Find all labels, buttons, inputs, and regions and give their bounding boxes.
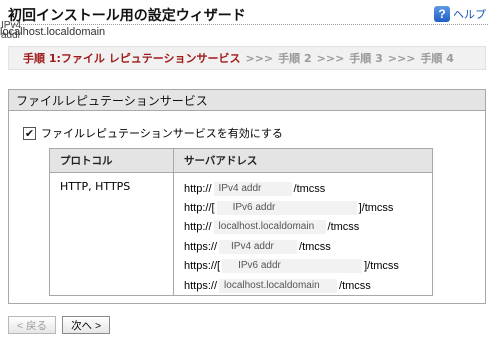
address-field[interactable]: IPv6 addr (216, 201, 357, 216)
address-field[interactable]: IPv4 addr (213, 181, 292, 196)
address-cell: http:// IPv4 addr /tmcss http://[ IPv6 a… (173, 171, 433, 297)
title-bar: 初回インストール用の設定ウィザード IPv4 addr localhost.lo… (0, 0, 494, 44)
step-4: 手順 4 (420, 52, 454, 65)
next-button[interactable]: 次へ > (62, 316, 111, 334)
step-1-current: 手順 1:ファイル レピュテーションサービス (23, 52, 241, 65)
step-separator: >>> (245, 51, 274, 65)
address-suffix: ]/tmcss (358, 202, 394, 215)
protocol-column-header: プロトコル (49, 148, 174, 173)
address-prefix: http:// (184, 221, 212, 234)
address-suffix: ]/tmcss (364, 260, 399, 273)
wizard-buttons: < 戻る 次へ > (8, 316, 111, 334)
address-prefix: http:// (184, 182, 212, 195)
title-divider (6, 24, 488, 25)
file-reputation-section: ファイルレピュテーションサービス ✔ ファイルレピュテーションサービスを有効にす… (8, 89, 486, 304)
address-field[interactable]: IPv4 addr (219, 239, 298, 254)
address-field[interactable]: localhost.localdomain (213, 220, 326, 235)
address-line: https:// IPv4 addr /tmcss (184, 237, 432, 256)
enable-file-reputation-row[interactable]: ✔ ファイルレピュテーションサービスを有効にする (23, 125, 283, 141)
back-button[interactable]: < 戻る (8, 316, 57, 334)
wizard-steps: 手順 1:ファイル レピュテーションサービス >>> 手順 2 >>> 手順 3… (8, 46, 486, 70)
section-title: ファイルレピュテーションサービス (9, 90, 485, 111)
server-address-column-header: サーバアドレス (173, 148, 433, 173)
overlay-host-text: localhost.localdomain (0, 26, 106, 38)
protocol-cell: HTTP, HTTPS (49, 171, 174, 297)
address-suffix: /tmcss (327, 221, 360, 234)
page-title: 初回インストール用の設定ウィザード (8, 8, 246, 24)
table-row: HTTP, HTTPS http:// IPv4 addr /tmcss htt… (49, 171, 433, 297)
address-line: https:// localhost.localdomain /tmcss (184, 276, 432, 295)
address-suffix: /tmcss (293, 182, 326, 195)
address-prefix: https:// (184, 279, 218, 292)
address-prefix: https://[ (184, 260, 221, 273)
step-separator: >>> (387, 51, 416, 65)
address-line: http:// IPv4 addr /tmcss (184, 179, 432, 198)
address-field[interactable]: IPv6 addr (222, 259, 363, 274)
step-2: 手順 2 (278, 52, 312, 65)
enable-file-reputation-checkbox[interactable]: ✔ (23, 126, 36, 140)
help-label: ヘルプ (453, 8, 486, 21)
address-field[interactable]: localhost.localdomain (219, 278, 338, 293)
step-3: 手順 3 (349, 52, 383, 65)
address-line: http://[ IPv6 addr ]/tmcss (184, 198, 432, 217)
address-prefix: https:// (184, 240, 218, 253)
question-icon: ? (434, 6, 450, 22)
address-line: http:// localhost.localdomain /tmcss (184, 218, 432, 237)
address-suffix: /tmcss (299, 240, 331, 253)
address-suffix: /tmcss (339, 279, 371, 292)
step-separator: >>> (316, 51, 345, 65)
server-address-table: プロトコル サーバアドレス HTTP, HTTPS http:// IPv4 a… (49, 148, 433, 297)
address-line: https://[ IPv6 addr ]/tmcss (184, 257, 432, 276)
help-link[interactable]: ? ヘルプ (434, 6, 486, 22)
enable-file-reputation-label: ファイルレピュテーションサービスを有効にする (41, 127, 283, 140)
address-prefix: http://[ (184, 202, 215, 215)
